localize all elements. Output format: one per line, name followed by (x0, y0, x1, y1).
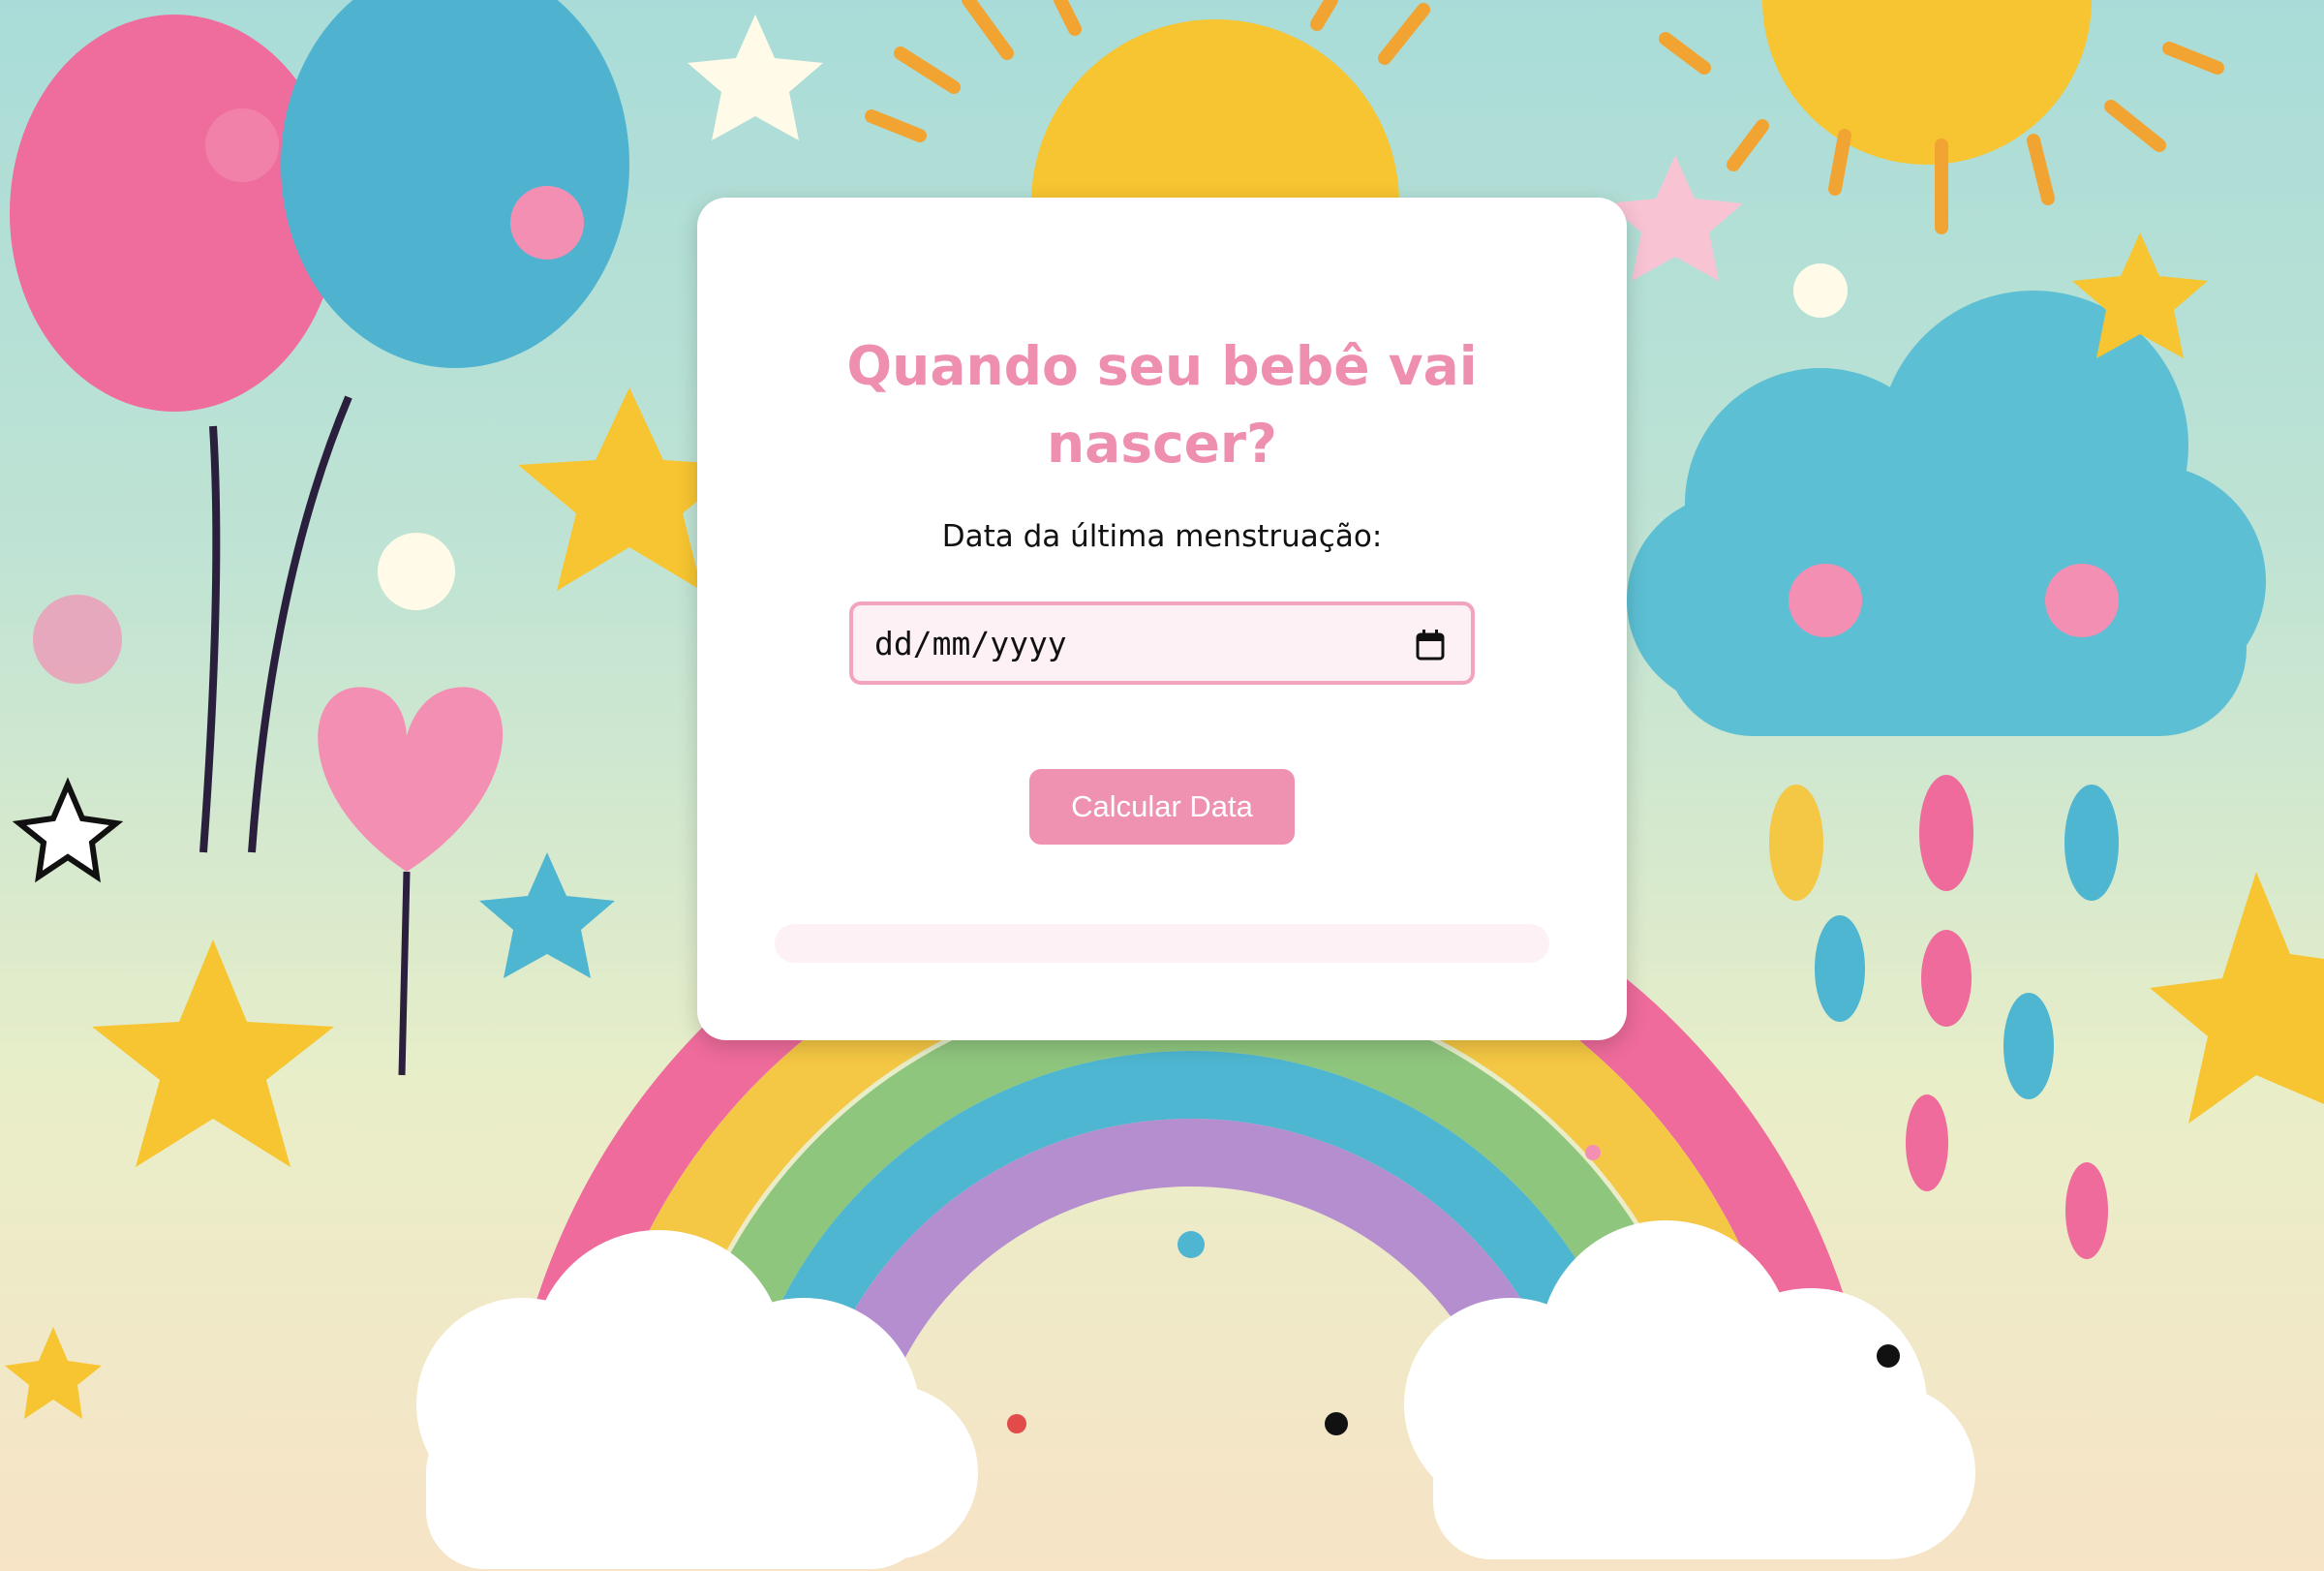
date-label: Data da última menstruação: (941, 519, 1383, 554)
raindrops-illustration (1769, 775, 2119, 1259)
calculator-card: Quando seu bebê vai nascer? Data da últi… (697, 198, 1627, 1040)
cloud-right-illustration (1627, 291, 2266, 736)
calculate-button[interactable]: Calcular Data (1029, 769, 1295, 845)
date-input[interactable]: dd/mm/yyyy (849, 601, 1475, 685)
date-placeholder: dd/mm/yyyy (874, 625, 1067, 662)
page-title: Quando seu bebê vai nascer? (846, 335, 1478, 475)
sun-top-right-illustration (1659, 0, 2224, 234)
result-box (775, 924, 1549, 963)
heart-illustration (318, 687, 504, 1076)
calendar-icon[interactable] (1415, 629, 1446, 662)
